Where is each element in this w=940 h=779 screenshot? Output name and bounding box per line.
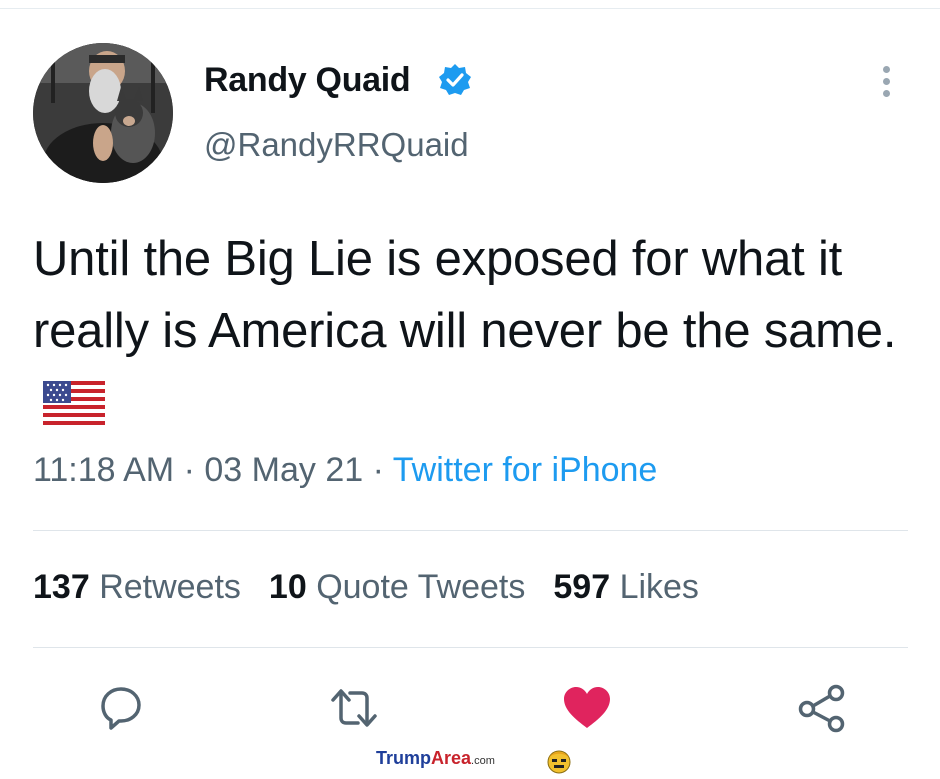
tweet-text: Until the Big Lie is exposed for what it… bbox=[33, 223, 913, 445]
reply-icon[interactable] bbox=[95, 682, 147, 734]
top-divider bbox=[0, 8, 940, 9]
tweet-meta: 11:18 AM · 03 May 21 · Twitter for iPhon… bbox=[33, 451, 657, 490]
retweet-icon[interactable] bbox=[328, 682, 380, 734]
divider bbox=[33, 647, 908, 648]
retweets-stat[interactable]: 137 Retweets bbox=[33, 568, 241, 606]
watermark-part3: .com bbox=[471, 755, 495, 767]
likes-count: 597 bbox=[553, 568, 611, 606]
tweet-body: Until the Big Lie is exposed for what it… bbox=[33, 232, 897, 358]
verified-badge-icon bbox=[438, 63, 472, 97]
more-options-icon[interactable] bbox=[876, 66, 896, 102]
avatar[interactable] bbox=[33, 43, 173, 183]
author-name[interactable]: Randy Quaid bbox=[204, 61, 411, 100]
meta-separator: · bbox=[183, 451, 195, 489]
like-icon[interactable] bbox=[561, 682, 613, 734]
us-flag-emoji bbox=[43, 373, 105, 445]
author-handle[interactable]: @RandyRRQuaid bbox=[204, 126, 469, 164]
retweets-label: Retweets bbox=[99, 568, 241, 606]
action-bar bbox=[0, 682, 940, 742]
watermark: TrumpArea.com bbox=[376, 748, 571, 774]
share-icon[interactable] bbox=[796, 682, 848, 734]
engagement-stats: 137 Retweets 10 Quote Tweets 597 Likes bbox=[33, 568, 699, 607]
retweets-count: 137 bbox=[33, 568, 90, 606]
quote-tweets-count: 10 bbox=[268, 568, 307, 606]
likes-label: Likes bbox=[619, 568, 699, 606]
quote-tweets-stat[interactable]: 10 Quote Tweets bbox=[269, 568, 525, 606]
tweet-source-link[interactable]: Twitter for iPhone bbox=[393, 451, 658, 489]
watermark-text: TrumpArea.com bbox=[376, 748, 495, 768]
watermark-part1: Trump bbox=[376, 748, 432, 768]
divider bbox=[33, 530, 908, 531]
quote-tweets-label: Quote Tweets bbox=[316, 568, 526, 606]
watermark-face-icon bbox=[546, 748, 572, 774]
likes-stat[interactable]: 597 Likes bbox=[553, 568, 699, 606]
meta-separator: · bbox=[372, 451, 384, 489]
tweet-time[interactable]: 11:18 AM bbox=[33, 451, 174, 489]
tweet-date[interactable]: 03 May 21 bbox=[204, 451, 363, 489]
watermark-part2: Area bbox=[431, 748, 472, 768]
